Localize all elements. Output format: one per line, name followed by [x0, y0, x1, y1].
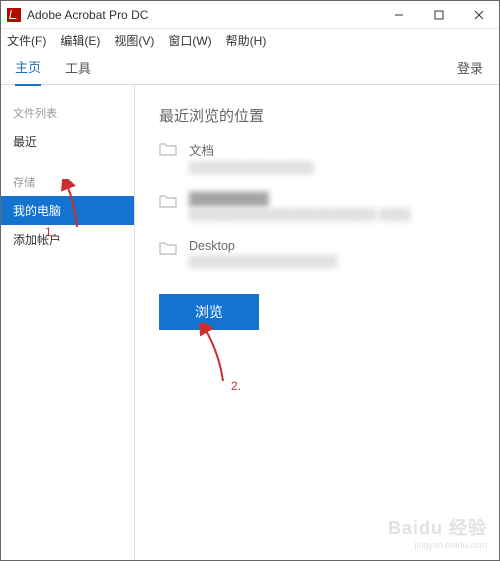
login-link[interactable]: 登录	[457, 58, 483, 77]
menubar: 文件(F) 编辑(E) 视图(V) 窗口(W) 帮助(H)	[1, 29, 499, 51]
sidebar-gap	[1, 156, 134, 174]
location-path: ███████████████████	[189, 256, 475, 268]
menu-edit[interactable]: 编辑(E)	[60, 32, 100, 49]
maximize-icon	[434, 10, 444, 20]
tab-tools[interactable]: 工具	[65, 50, 91, 85]
watermark-sub: jingyan.baidu.com	[388, 540, 487, 550]
location-item-2[interactable]: █████████ ████████████████████████ ████	[159, 192, 475, 221]
location-name: 文档	[189, 140, 475, 159]
titlebar: Adobe Acrobat Pro DC	[1, 1, 499, 29]
menu-window[interactable]: 窗口(W)	[168, 32, 211, 49]
folder-icon	[159, 142, 177, 156]
location-path: ████████████████	[189, 162, 475, 174]
annotation-label-1: 1.	[45, 225, 55, 239]
location-text: 文档 ████████████████	[189, 140, 475, 174]
sidebar: 文件列表 最近 存储 我的电脑 添加帐户	[1, 85, 135, 560]
close-button[interactable]	[459, 1, 499, 28]
tab-home[interactable]: 主页	[15, 49, 41, 86]
app-window: Adobe Acrobat Pro DC 文件(F) 编辑(E) 视图(V) 窗…	[0, 0, 500, 561]
sidebar-item-my-computer[interactable]: 我的电脑	[1, 196, 134, 225]
minimize-icon	[394, 10, 404, 20]
sidebar-group-files: 文件列表	[1, 105, 134, 127]
sidebar-item-recent[interactable]: 最近	[1, 127, 134, 156]
location-text: Desktop ███████████████████	[189, 239, 475, 268]
watermark: Baidu 经验 jingyan.baidu.com	[388, 514, 487, 550]
annotation-label-2: 2.	[231, 379, 241, 393]
folder-icon	[159, 241, 177, 255]
location-text: █████████ ████████████████████████ ████	[189, 192, 475, 221]
menu-view[interactable]: 视图(V)	[114, 32, 154, 49]
annotation-arrow-2	[195, 323, 235, 383]
app-icon	[7, 8, 21, 22]
folder-icon	[159, 194, 177, 208]
location-item-documents[interactable]: 文档 ████████████████	[159, 140, 475, 174]
menu-help[interactable]: 帮助(H)	[226, 32, 267, 49]
close-icon	[474, 10, 484, 20]
body-area: 文件列表 最近 存储 我的电脑 添加帐户 最近浏览的位置 文档 ████████…	[1, 85, 499, 560]
location-path: ████████████████████████ ████	[189, 209, 475, 221]
maximize-button[interactable]	[419, 1, 459, 28]
section-title: 最近浏览的位置	[159, 105, 475, 126]
watermark-main: Baidu 经验	[388, 514, 487, 540]
sidebar-item-add-account[interactable]: 添加帐户	[1, 225, 134, 254]
minimize-button[interactable]	[379, 1, 419, 28]
sidebar-group-storage: 存储	[1, 174, 134, 196]
browse-button[interactable]: 浏览	[159, 294, 259, 330]
tabbar: 主页 工具 登录	[1, 51, 499, 85]
location-item-desktop[interactable]: Desktop ███████████████████	[159, 239, 475, 268]
window-controls	[379, 1, 499, 28]
location-name: █████████	[189, 192, 475, 206]
content-pane: 最近浏览的位置 文档 ████████████████ █████████ ██…	[135, 85, 499, 560]
menu-file[interactable]: 文件(F)	[7, 32, 46, 49]
app-title: Adobe Acrobat Pro DC	[27, 8, 379, 22]
location-name: Desktop	[189, 239, 475, 253]
